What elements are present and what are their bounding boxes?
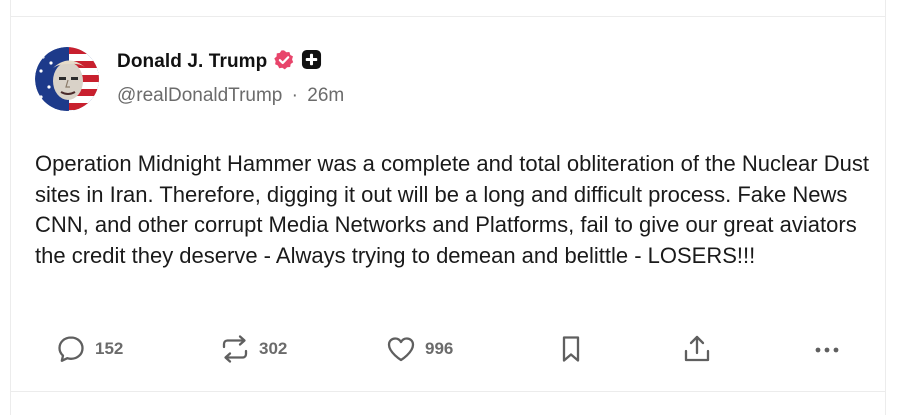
repost-button[interactable]: 302 (219, 329, 287, 369)
avatar-image (35, 47, 99, 111)
post-body-text: Operation Midnight Hammer was a complete… (35, 151, 869, 268)
post-actions-bar: 152 302 996 (11, 329, 887, 369)
author-name-row: Donald J. Trump (117, 48, 322, 76)
reply-icon (55, 333, 87, 365)
reply-button[interactable]: 152 (55, 329, 123, 369)
avatar[interactable] (35, 47, 99, 111)
post-card[interactable]: Donald J. Trump @realDonaldTrump · 26m O… (10, 16, 886, 392)
feed-border-top (10, 0, 886, 16)
repost-icon (219, 333, 251, 365)
post-timestamp[interactable]: 26m (307, 85, 344, 106)
author-meta-row: @realDonaldTrump · 26m (117, 85, 344, 107)
share-button[interactable] (681, 329, 713, 369)
reply-count: 152 (95, 339, 124, 358)
verified-badge-icon (273, 49, 295, 76)
like-count: 996 (425, 339, 454, 358)
meta-separator: · (291, 85, 298, 106)
share-icon (681, 333, 713, 365)
like-button[interactable]: 996 (385, 329, 453, 369)
author-display-name[interactable]: Donald J. Trump (117, 51, 267, 73)
repost-count: 302 (259, 339, 288, 358)
feed-border-bottom (10, 392, 886, 415)
heart-icon (385, 333, 417, 365)
plus-badge-icon (301, 49, 322, 75)
bookmark-button[interactable] (555, 329, 587, 369)
more-options-button[interactable] (811, 329, 843, 369)
bookmark-icon (555, 333, 587, 365)
post-page: Donald J. Trump @realDonaldTrump · 26m O… (0, 0, 918, 415)
author-handle[interactable]: @realDonaldTrump (117, 85, 282, 106)
more-icon (811, 333, 843, 365)
